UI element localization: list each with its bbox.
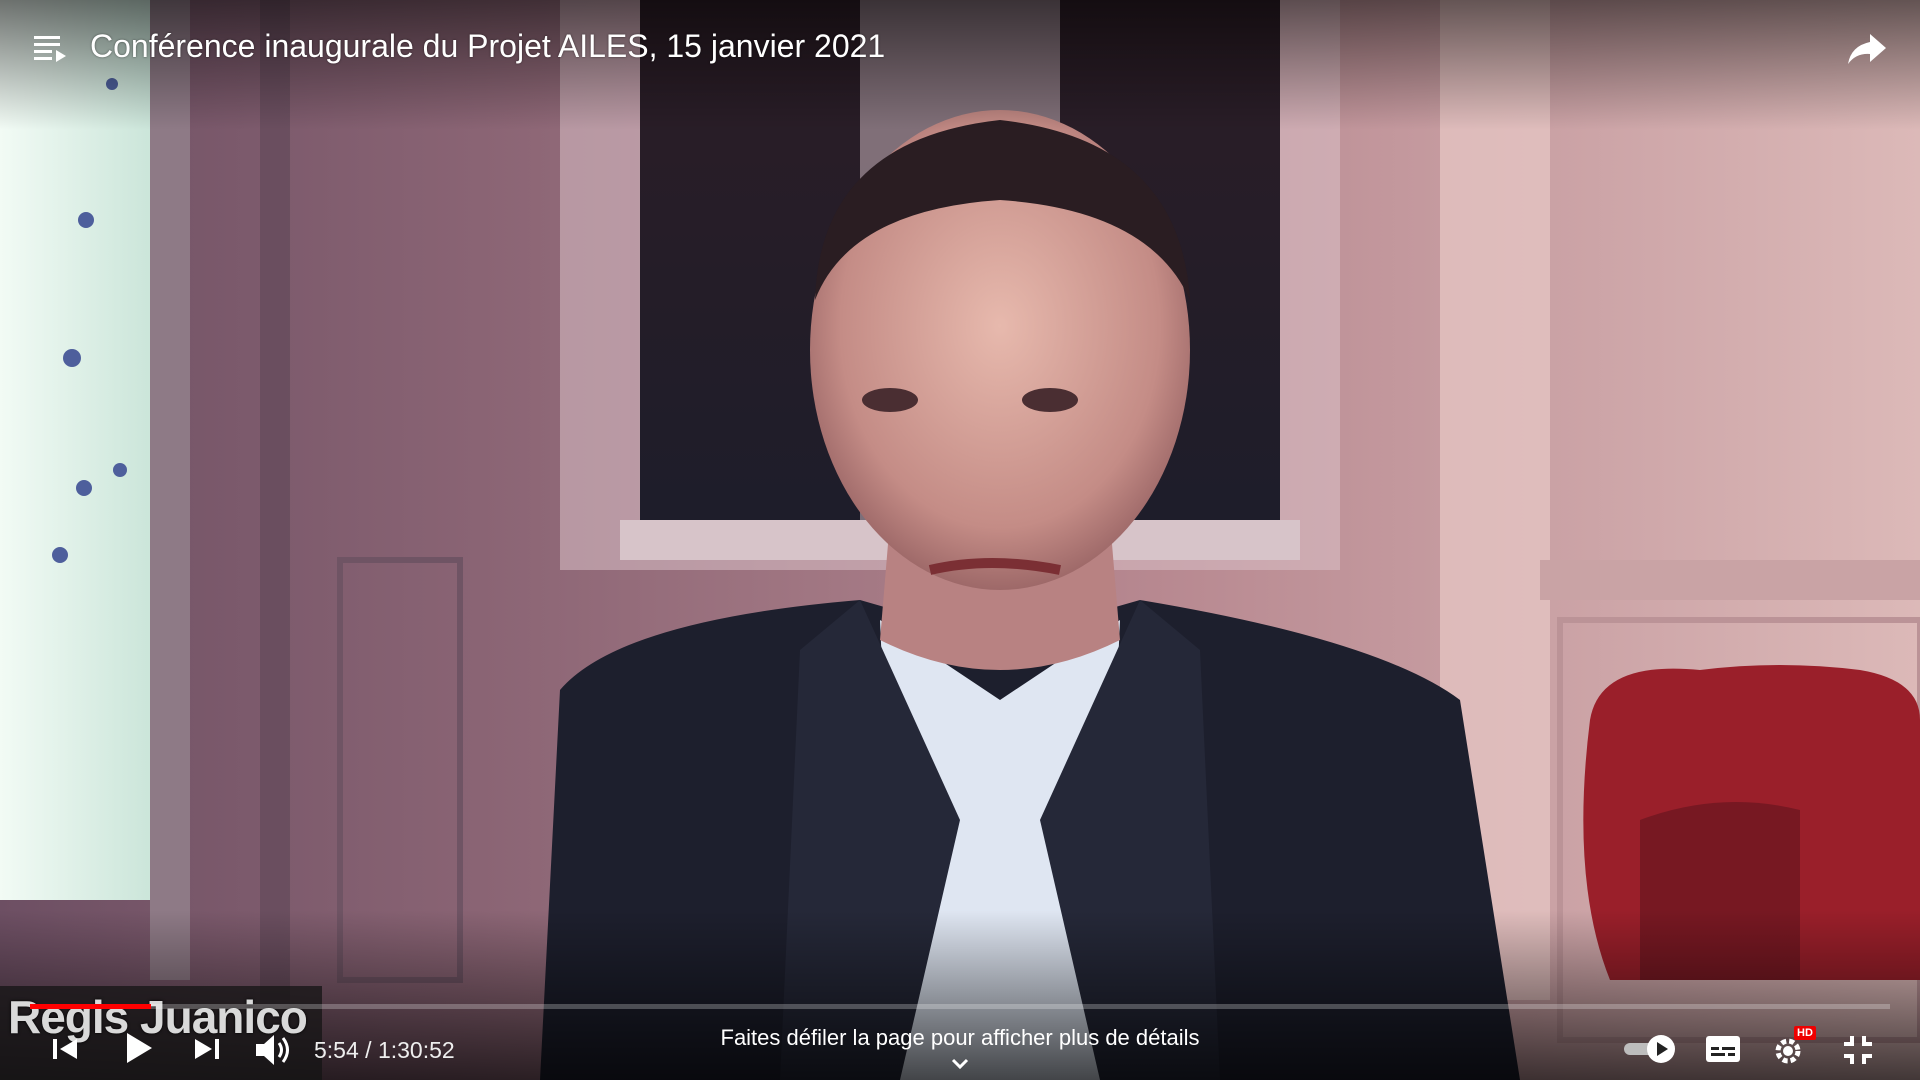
progress-bar[interactable] (30, 1004, 1890, 1009)
time-display: 5:54 / 1:30:52 (314, 1036, 455, 1064)
exit-fullscreen-icon[interactable] (1840, 1032, 1876, 1068)
previous-icon[interactable] (48, 1032, 82, 1066)
video-title[interactable]: Conférence inaugurale du Projet AILES, 1… (90, 26, 885, 66)
autoplay-toggle-icon[interactable] (1622, 1032, 1678, 1066)
player-controls: 5:54 / 1:30:52 Faites défiler la page po… (0, 1020, 1920, 1080)
chevron-down-icon[interactable] (947, 1054, 973, 1074)
time-separator: / (358, 1037, 378, 1063)
settings-gear-icon[interactable]: HD (1772, 1026, 1816, 1068)
volume-icon[interactable] (252, 1030, 292, 1070)
subtitles-icon[interactable] (1704, 1032, 1742, 1066)
next-icon[interactable] (190, 1032, 224, 1066)
top-bar: Conférence inaugurale du Projet AILES, 1… (0, 0, 1920, 90)
play-icon[interactable] (118, 1028, 158, 1068)
video-player[interactable]: Conférence inaugurale du Projet AILES, 1… (0, 0, 1920, 1080)
hd-badge: HD (1794, 1026, 1816, 1040)
playlist-icon[interactable] (30, 28, 70, 68)
time-duration: 1:30:52 (377, 1037, 455, 1063)
scroll-hint[interactable]: Faites défiler la page pour afficher plu… (640, 1024, 1280, 1052)
share-icon[interactable] (1844, 24, 1890, 70)
progress-played (30, 1004, 151, 1009)
time-current: 5:54 (314, 1037, 359, 1063)
